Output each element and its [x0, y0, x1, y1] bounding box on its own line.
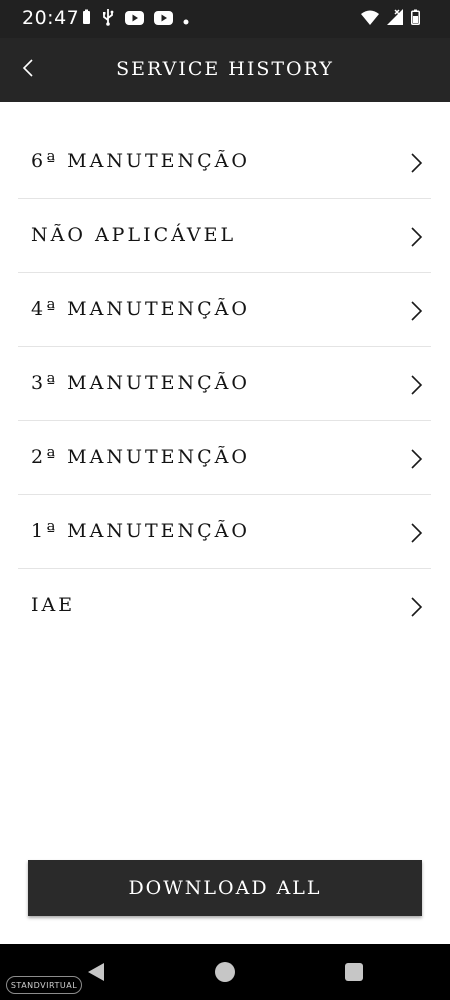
status-icons-left — [82, 9, 189, 29]
status-bar: 20:47 — [0, 0, 450, 38]
list-item-label: 4ª MANUTENÇÃO — [31, 298, 250, 320]
service-history-list: 6ª MANUTENÇÃO NÃO APLICÁVEL 4ª MANUTENÇÃ… — [18, 125, 431, 643]
dot-icon — [183, 10, 189, 29]
status-time: 20:47 — [22, 7, 80, 29]
youtube-icon — [154, 10, 173, 29]
chevron-right-icon — [409, 596, 423, 618]
list-item-6th-maintenance[interactable]: 6ª MANUTENÇÃO — [18, 125, 431, 199]
list-item-label: 2ª MANUTENÇÃO — [31, 446, 250, 468]
list-item-3rd-maintenance[interactable]: 3ª MANUTENÇÃO — [18, 347, 431, 421]
download-all-button[interactable]: DOWNLOAD ALL — [28, 860, 422, 916]
chevron-right-icon — [409, 374, 423, 396]
nav-recents-icon[interactable] — [345, 963, 363, 981]
youtube-icon — [125, 10, 144, 29]
screen: 20:47 SERVICE HISTORY 6ª MANUTENÇÃO NÃO … — [0, 0, 450, 1000]
nav-back-icon[interactable] — [86, 962, 106, 982]
list-item-label: 6ª MANUTENÇÃO — [31, 150, 250, 172]
signal-icon — [387, 9, 403, 29]
chevron-right-icon — [409, 448, 423, 470]
list-item-label: IAE — [31, 594, 76, 616]
nav-home-icon[interactable] — [215, 962, 235, 982]
battery-icon — [411, 9, 420, 29]
list-item-label: 1ª MANUTENÇÃO — [31, 520, 250, 542]
page-title: SERVICE HISTORY — [116, 58, 334, 80]
battery-alert-icon — [82, 9, 91, 29]
watermark-logo: STANDVIRTUAL — [6, 976, 82, 994]
chevron-right-icon — [409, 522, 423, 544]
chevron-right-icon — [409, 226, 423, 248]
chevron-right-icon — [409, 152, 423, 174]
list-item-iae[interactable]: IAE — [18, 569, 431, 643]
list-item-4th-maintenance[interactable]: 4ª MANUTENÇÃO — [18, 273, 431, 347]
chevron-right-icon — [409, 300, 423, 322]
list-item-label: NÃO APLICÁVEL — [31, 224, 237, 246]
list-item-2nd-maintenance[interactable]: 2ª MANUTENÇÃO — [18, 421, 431, 495]
status-icons-right — [361, 9, 420, 29]
usb-icon — [101, 8, 115, 30]
wifi-icon — [361, 10, 379, 29]
list-item-1st-maintenance[interactable]: 1ª MANUTENÇÃO — [18, 495, 431, 569]
list-item-not-applicable[interactable]: NÃO APLICÁVEL — [18, 199, 431, 273]
app-bar: SERVICE HISTORY — [0, 38, 450, 102]
list-item-label: 3ª MANUTENÇÃO — [31, 372, 250, 394]
